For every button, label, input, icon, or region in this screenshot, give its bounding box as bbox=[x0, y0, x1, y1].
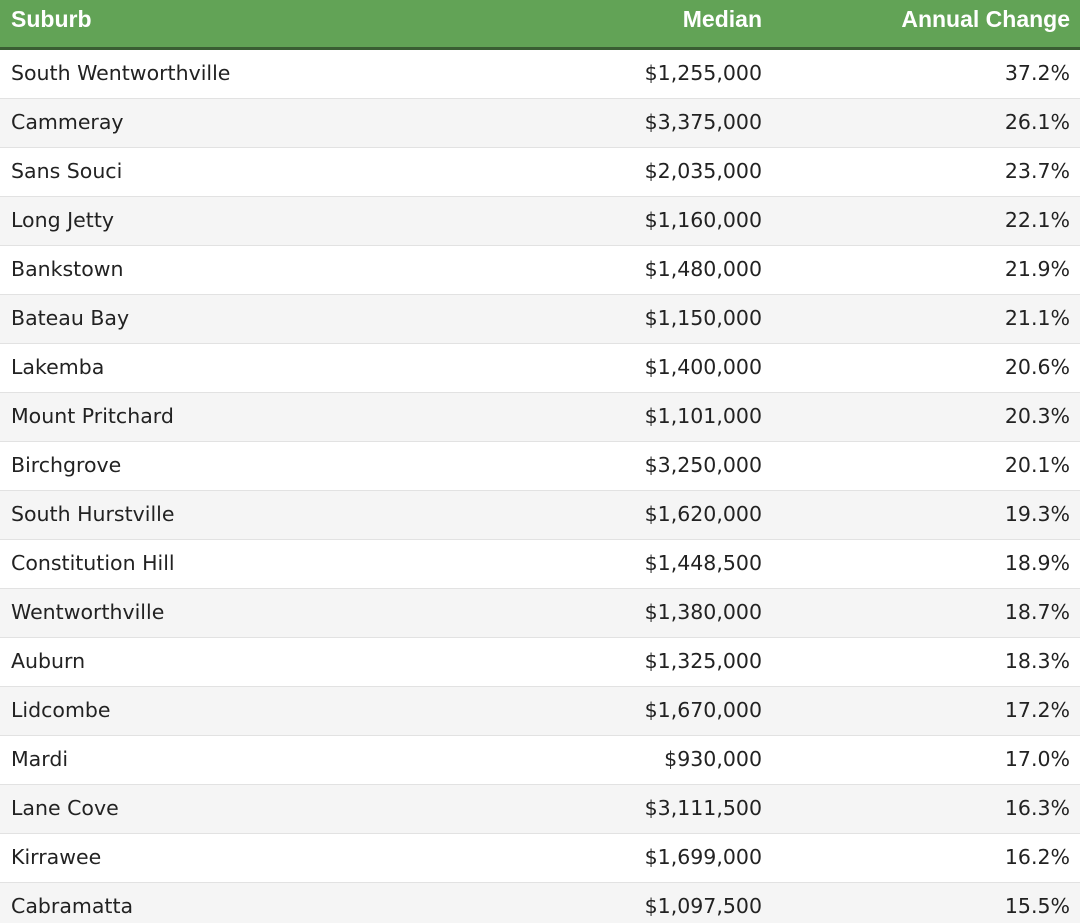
cell-suburb: Constitution Hill bbox=[11, 551, 175, 575]
header-suburb[interactable]: Suburb bbox=[0, 0, 560, 47]
cell-suburb: Kirrawee bbox=[11, 845, 102, 869]
cell-median: $3,111,500 bbox=[644, 796, 762, 820]
cell-suburb: Cabramatta bbox=[11, 894, 134, 918]
table-row: Bankstown $1,480,000 21.9% bbox=[0, 246, 1080, 295]
cell-suburb: Lakemba bbox=[11, 355, 105, 379]
cell-median: $1,620,000 bbox=[644, 502, 762, 526]
cell-annual-change: 16.2% bbox=[1004, 845, 1070, 869]
cell-median: $1,097,500 bbox=[644, 894, 762, 918]
cell-median: $1,699,000 bbox=[644, 845, 762, 869]
table-row: Auburn $1,325,000 18.3% bbox=[0, 638, 1080, 687]
cell-suburb: Auburn bbox=[11, 649, 86, 673]
cell-suburb: Bateau Bay bbox=[11, 306, 130, 330]
table-row: Long Jetty $1,160,000 22.1% bbox=[0, 197, 1080, 246]
cell-suburb: Mardi bbox=[11, 747, 69, 771]
cell-median: $3,375,000 bbox=[644, 110, 762, 134]
cell-annual-change: 37.2% bbox=[1004, 61, 1070, 85]
cell-annual-change: 20.3% bbox=[1004, 404, 1070, 428]
cell-annual-change: 22.1% bbox=[1004, 208, 1070, 232]
cell-annual-change: 20.6% bbox=[1004, 355, 1070, 379]
cell-suburb: South Hurstville bbox=[11, 502, 175, 526]
table-row: Lakemba $1,400,000 20.6% bbox=[0, 344, 1080, 393]
cell-annual-change: 23.7% bbox=[1004, 159, 1070, 183]
cell-annual-change: 19.3% bbox=[1004, 502, 1070, 526]
table-row: Lidcombe $1,670,000 17.2% bbox=[0, 687, 1080, 736]
cell-annual-change: 16.3% bbox=[1004, 796, 1070, 820]
cell-suburb: Wentworthville bbox=[11, 600, 165, 624]
cell-median: $1,480,000 bbox=[644, 257, 762, 281]
cell-suburb: Lane Cove bbox=[11, 796, 119, 820]
header-median[interactable]: Median bbox=[560, 0, 762, 47]
table-body: South Wentworthville $1,255,000 37.2% Camme… bbox=[0, 50, 1080, 923]
cell-annual-change: 18.3% bbox=[1004, 649, 1070, 673]
table-row: Kirrawee $1,699,000 16.2% bbox=[0, 834, 1080, 883]
table-row: Constitution Hill $1,448,500 18.9% bbox=[0, 540, 1080, 589]
table-row: Cammeray $3,375,000 26.1% bbox=[0, 99, 1080, 148]
cell-median: $930,000 bbox=[664, 747, 762, 771]
cell-annual-change: 21.9% bbox=[1004, 257, 1070, 281]
table-row: Cabramatta $1,097,500 15.5% bbox=[0, 883, 1080, 923]
cell-annual-change: 17.2% bbox=[1004, 698, 1070, 722]
cell-median: $1,670,000 bbox=[644, 698, 762, 722]
cell-median: $1,160,000 bbox=[644, 208, 762, 232]
table-row: Birchgrove $3,250,000 20.1% bbox=[0, 442, 1080, 491]
cell-annual-change: 20.1% bbox=[1004, 453, 1070, 477]
cell-median: $3,250,000 bbox=[644, 453, 762, 477]
suburb-median-table: Suburb Median Annual Change South Wentwo… bbox=[0, 0, 1080, 923]
cell-annual-change: 17.0% bbox=[1004, 747, 1070, 771]
table-row: South Hurstville $1,620,000 19.3% bbox=[0, 491, 1080, 540]
cell-median: $1,380,000 bbox=[644, 600, 762, 624]
table-row: Wentworthville $1,380,000 18.7% bbox=[0, 589, 1080, 638]
table-row: Mardi $930,000 17.0% bbox=[0, 736, 1080, 785]
cell-annual-change: 26.1% bbox=[1004, 110, 1070, 134]
header-annual-change[interactable]: Annual Change bbox=[762, 0, 1070, 47]
cell-suburb: Long Jetty bbox=[11, 208, 114, 232]
table-row: Sans Souci $2,035,000 23.7% bbox=[0, 148, 1080, 197]
cell-suburb: Cammeray bbox=[11, 110, 124, 134]
cell-annual-change: 15.5% bbox=[1004, 894, 1070, 918]
cell-suburb: Birchgrove bbox=[11, 453, 122, 477]
cell-annual-change: 21.1% bbox=[1004, 306, 1070, 330]
cell-annual-change: 18.9% bbox=[1004, 551, 1070, 575]
table-row: Lane Cove $3,111,500 16.3% bbox=[0, 785, 1080, 834]
table-header: Suburb Median Annual Change bbox=[0, 0, 1080, 50]
cell-suburb: Lidcombe bbox=[11, 698, 111, 722]
cell-annual-change: 18.7% bbox=[1004, 600, 1070, 624]
cell-median: $1,325,000 bbox=[644, 649, 762, 673]
cell-median: $1,448,500 bbox=[644, 551, 762, 575]
cell-median: $1,400,000 bbox=[644, 355, 762, 379]
cell-median: $2,035,000 bbox=[644, 159, 762, 183]
cell-suburb: Mount Pritchard bbox=[11, 404, 174, 428]
cell-median: $1,150,000 bbox=[644, 306, 762, 330]
cell-median: $1,101,000 bbox=[644, 404, 762, 428]
table-row: Bateau Bay $1,150,000 21.1% bbox=[0, 295, 1080, 344]
cell-suburb: Bankstown bbox=[11, 257, 124, 281]
table-row: Mount Pritchard $1,101,000 20.3% bbox=[0, 393, 1080, 442]
cell-suburb: Sans Souci bbox=[11, 159, 123, 183]
cell-suburb: South Wentworthville bbox=[11, 61, 231, 85]
cell-median: $1,255,000 bbox=[644, 61, 762, 85]
table-row: South Wentworthville $1,255,000 37.2% bbox=[0, 50, 1080, 99]
